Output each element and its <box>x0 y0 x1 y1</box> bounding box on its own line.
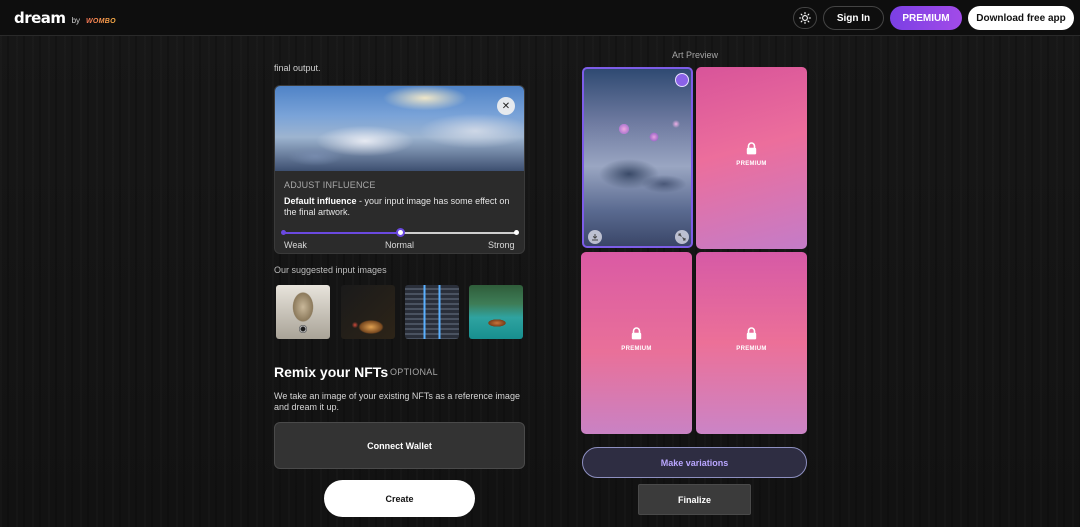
expand-tile-button[interactable] <box>675 230 689 244</box>
input-image-card: ✕ ADJUST INFLUENCE Default influence - y… <box>274 85 525 254</box>
close-icon: ✕ <box>501 100 511 112</box>
adjust-influence-description: Default influence - your input image has… <box>284 196 520 218</box>
top-navigation-bar: dream by WOMBO Sign In PREMIUM Download … <box>0 0 1080 36</box>
adjust-influence-title: ADJUST INFLUENCE <box>284 180 376 190</box>
influence-level-name: Default influence <box>284 196 357 206</box>
premium-lock: PREMIUM <box>581 327 692 352</box>
dream-logo[interactable]: dream by WOMBO <box>14 9 116 27</box>
input-image-preview <box>275 86 524 171</box>
preview-tile-4-locked[interactable]: PREMIUM <box>696 252 807 434</box>
suggested-image-owl[interactable] <box>276 285 330 339</box>
download-icon <box>592 234 598 241</box>
optional-tag: OPTIONAL <box>390 367 438 377</box>
suggested-image-escalator[interactable] <box>405 285 459 339</box>
premium-lock: PREMIUM <box>696 142 807 167</box>
remix-nfts-title: Remix your NFTs <box>274 364 389 380</box>
slider-label-weak: Weak <box>284 240 307 250</box>
create-button[interactable]: Create <box>324 480 475 517</box>
logo-word: dream <box>14 9 66 27</box>
logo-by: by <box>71 16 81 25</box>
slider-end-dot <box>514 230 519 235</box>
finalize-button[interactable]: Finalize <box>638 484 751 515</box>
suggested-image-boat[interactable] <box>469 285 523 339</box>
suggested-images-title: Our suggested input images <box>274 265 387 275</box>
sun-icon <box>799 12 811 24</box>
premium-lock: PREMIUM <box>696 327 807 352</box>
download-app-button[interactable]: Download free app <box>968 6 1074 30</box>
sign-in-button[interactable]: Sign In <box>823 6 884 30</box>
premium-button[interactable]: PREMIUM <box>890 6 962 30</box>
influence-slider-thumb[interactable] <box>396 228 405 237</box>
preview-tile-3-locked[interactable]: PREMIUM <box>581 252 692 434</box>
influence-slider-fill <box>282 232 400 234</box>
preview-tile-2-locked[interactable]: PREMIUM <box>696 67 807 249</box>
lock-icon <box>631 327 642 340</box>
expand-icon <box>678 233 686 241</box>
wombo-logo: WOMBO <box>86 18 116 25</box>
suggested-image-food[interactable] <box>341 285 395 339</box>
slider-label-normal: Normal <box>385 240 415 250</box>
premium-label: PREMIUM <box>621 346 652 352</box>
premium-label: PREMIUM <box>736 161 767 167</box>
lock-icon <box>746 142 757 155</box>
lock-icon <box>746 327 757 340</box>
remix-description: We take an image of your existing NFTs a… <box>274 391 520 412</box>
instruction-text-truncated: final output. <box>274 63 321 73</box>
slider-start-dot <box>281 230 286 235</box>
make-variations-button[interactable]: Make variations <box>582 447 807 478</box>
page-background <box>0 36 1080 527</box>
selection-indicator[interactable] <box>675 73 689 87</box>
theme-toggle-button[interactable] <box>793 7 817 29</box>
preview-tile-1[interactable] <box>582 67 693 248</box>
connect-wallet-button[interactable]: Connect Wallet <box>274 422 525 469</box>
premium-label: PREMIUM <box>736 346 767 352</box>
art-preview-title: Art Preview <box>671 50 718 60</box>
remove-image-button[interactable]: ✕ <box>497 97 515 115</box>
download-tile-button[interactable] <box>588 230 602 244</box>
slider-label-strong: Strong <box>488 240 515 250</box>
